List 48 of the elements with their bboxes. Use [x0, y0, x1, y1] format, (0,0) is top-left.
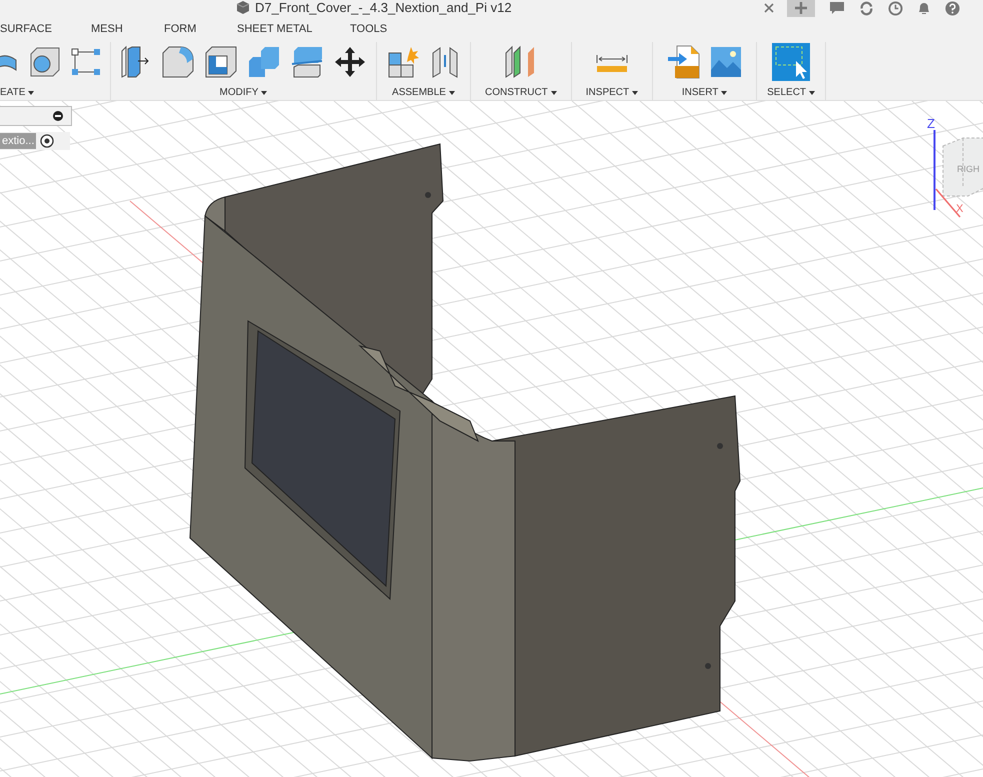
clock-icon[interactable] [888, 0, 903, 16]
cube-hole-icon[interactable] [29, 46, 61, 78]
comment-icon[interactable] [829, 1, 845, 15]
workspace-tab[interactable]: MESH [91, 23, 164, 35]
z-axis-label: Z [927, 116, 935, 131]
select-icon[interactable] [772, 43, 810, 81]
browser-field[interactable] [0, 106, 72, 126]
image-icon[interactable] [710, 46, 742, 78]
insert-svg-icon[interactable] [667, 44, 702, 80]
joint-icon[interactable] [430, 45, 460, 79]
construct-menu[interactable]: CONSTRUCT [485, 87, 557, 98]
move-icon[interactable] [333, 45, 367, 79]
caret-icon [809, 90, 816, 94]
caret-icon [550, 90, 557, 94]
combine-icon[interactable] [247, 45, 281, 79]
nodes-icon[interactable] [70, 46, 102, 78]
cube-face-label: RIGH [957, 164, 980, 174]
workspace-tab[interactable]: SURFACE [0, 23, 91, 35]
workspace-tab[interactable]: FORM [164, 23, 237, 35]
caret-icon [448, 90, 455, 94]
split-body-icon[interactable] [290, 45, 324, 79]
caret-icon [261, 90, 268, 94]
x-axis-label: X [956, 204, 964, 215]
bell-icon[interactable] [917, 0, 931, 16]
workspace-tab[interactable]: TOOLS [350, 23, 388, 35]
refresh-icon[interactable] [859, 0, 874, 16]
caret-icon [632, 90, 638, 94]
radio-icon[interactable] [40, 134, 54, 148]
create-menu[interactable]: EATE [0, 87, 34, 98]
help-icon[interactable] [945, 0, 960, 16]
fillet-icon[interactable] [161, 45, 195, 79]
close-button[interactable] [763, 1, 775, 13]
caret-icon [28, 90, 34, 94]
new-component-icon[interactable] [387, 45, 421, 79]
shell-icon[interactable] [204, 45, 238, 79]
inspect-menu[interactable]: INSPECT [586, 87, 638, 98]
insert-menu[interactable]: INSERT [682, 87, 728, 98]
modify-menu[interactable]: MODIFY [220, 87, 268, 98]
minus-icon[interactable] [53, 111, 63, 121]
workspace-tab[interactable]: SHEET METAL [237, 23, 350, 35]
plus-icon [794, 1, 808, 15]
select-menu[interactable]: SELECT [767, 87, 816, 98]
x-axis-line [935, 188, 961, 218]
document-title: D7_Front_Cover_-_4.3_Nextion_and_Pi v12 [255, 0, 512, 14]
assemble-menu[interactable]: ASSEMBLE [392, 87, 455, 98]
new-tab-button[interactable] [787, 0, 815, 17]
box-icon [236, 0, 250, 14]
caret-icon [721, 90, 728, 94]
